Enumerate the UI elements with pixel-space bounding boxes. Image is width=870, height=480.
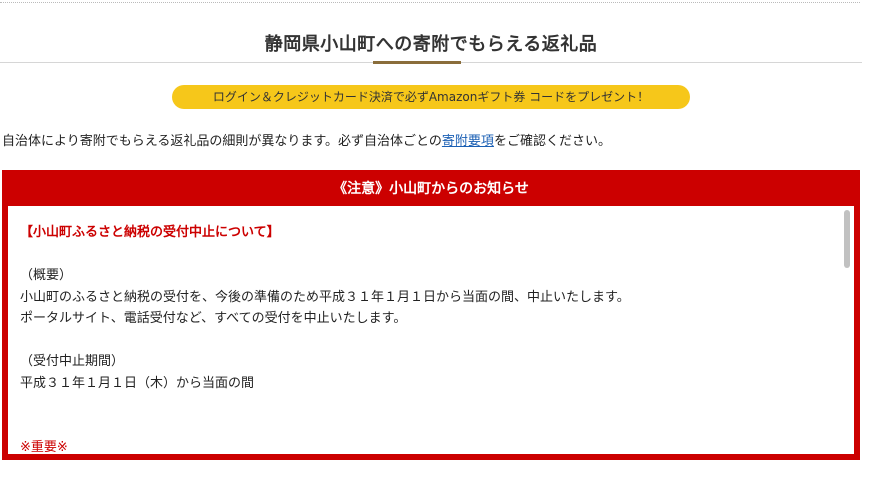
promo-banner[interactable]: ログイン＆クレジットカード決済で必ずAmazonギフト券 コードをプレゼント！: [172, 85, 690, 109]
overview-label: （概要）: [20, 268, 73, 283]
period-label: （受付中止期間）: [20, 354, 125, 369]
overview-line-1: 小山町のふるさと納税の受付を、今後の準備のため平成３１年１月１日から当面の間、中…: [20, 289, 630, 305]
title-underline-accent: [373, 61, 461, 64]
page-title: 静岡県小山町への寄附でもらえる返礼品: [264, 34, 598, 55]
period-value: 平成３１年１月１日（木）から当面の間: [20, 375, 255, 391]
notice-text-before: 自治体により寄附でもらえる返礼品の細則が異なります。必ず自治体ごとの: [2, 134, 442, 149]
donation-guidelines-link[interactable]: 寄附要項: [442, 134, 494, 149]
notice-text: 自治体により寄附でもらえる返礼品の細則が異なります。必ず自治体ごとの寄附要項をご…: [2, 130, 862, 149]
overview-line-2: ポータルサイト、電話受付など、すべての受付を中止いたします。: [20, 311, 407, 326]
alert-box: 《注意》小山町からのお知らせ 【小山町ふるさと納税の受付中止について】 （概要）…: [2, 170, 860, 460]
alert-content: 【小山町ふるさと納税の受付中止について】 （概要） 小山町のふるさと納税の受付を…: [8, 206, 854, 454]
page: 静岡県小山町への寄附でもらえる返礼品 ログイン＆クレジットカード決済で必ずAma…: [0, 0, 870, 480]
alert-header: 《注意》小山町からのお知らせ: [333, 181, 529, 197]
notice-text-after: をご確認ください。: [493, 134, 611, 149]
alert-body[interactable]: 【小山町ふるさと納税の受付中止について】 （概要） 小山町のふるさと納税の受付を…: [8, 206, 854, 454]
top-divider: [0, 2, 860, 3]
alert-heading: 【小山町ふるさと納税の受付中止について】: [20, 225, 280, 240]
important-note: ※重要※: [20, 440, 68, 454]
alert-scrollbar[interactable]: [844, 210, 850, 268]
